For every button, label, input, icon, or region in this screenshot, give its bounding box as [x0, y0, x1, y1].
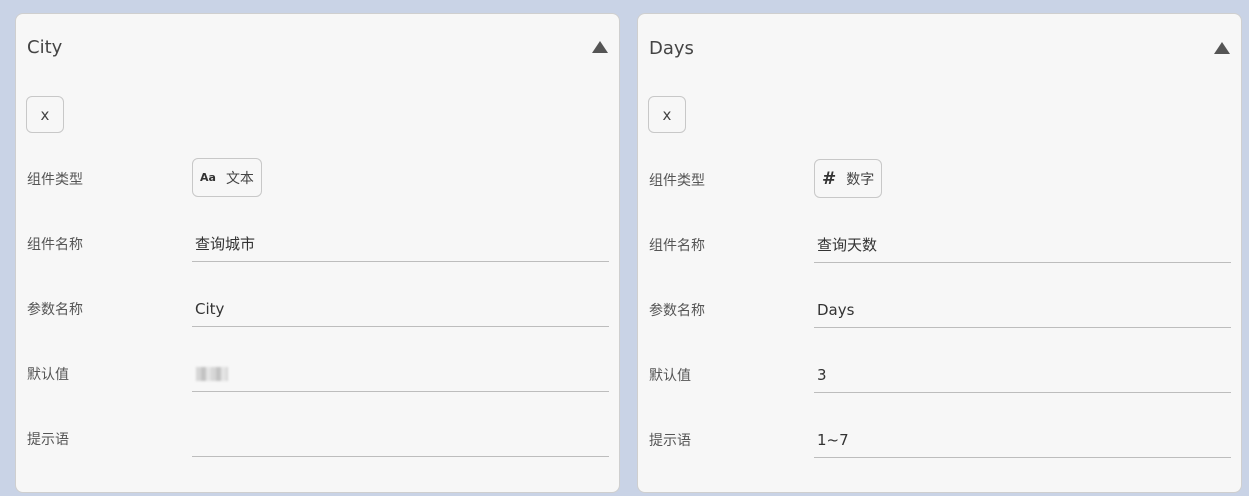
- default-value-field[interactable]: [192, 356, 609, 392]
- remove-button[interactable]: x: [648, 96, 686, 133]
- param-name-label: 参数名称: [27, 302, 83, 318]
- component-panel-days: Days x 组件类型 # 数字 组件名称 参数名称 默认值 提示语: [637, 13, 1242, 493]
- component-name-field[interactable]: [192, 226, 609, 262]
- hint-label: 提示语: [649, 433, 691, 449]
- component-name-input[interactable]: [192, 226, 609, 261]
- param-name-field[interactable]: [814, 292, 1231, 328]
- component-type-selector[interactable]: Aa 文本: [192, 158, 262, 197]
- default-value-input[interactable]: [814, 357, 1231, 392]
- component-type-label: 组件类型: [649, 173, 705, 189]
- param-name-input[interactable]: [814, 292, 1231, 327]
- number-type-icon: #: [822, 168, 837, 189]
- default-value-label: 默认值: [649, 368, 691, 384]
- component-type-value: 文本: [225, 170, 254, 187]
- hint-input[interactable]: [814, 422, 1231, 457]
- collapse-up-icon[interactable]: [1213, 41, 1231, 55]
- text-type-icon: Aa: [200, 171, 216, 184]
- panel-title: Days: [649, 38, 694, 59]
- component-type-label: 组件类型: [27, 172, 83, 188]
- component-name-field[interactable]: [814, 227, 1231, 263]
- collapse-up-icon[interactable]: [591, 40, 609, 54]
- component-name-label: 组件名称: [27, 237, 83, 253]
- hint-field[interactable]: [192, 421, 609, 457]
- hint-field[interactable]: [814, 422, 1231, 458]
- component-name-input[interactable]: [814, 227, 1231, 262]
- param-name-field[interactable]: [192, 291, 609, 327]
- default-value-input[interactable]: [192, 356, 609, 391]
- default-value-label: 默认值: [27, 367, 69, 383]
- redacted-value: [196, 367, 228, 381]
- component-type-value: 数字: [846, 171, 875, 188]
- default-value-field[interactable]: [814, 357, 1231, 393]
- hint-label: 提示语: [27, 432, 69, 448]
- component-panel-city: City x 组件类型 Aa 文本 组件名称 参数名称 默认值 提示语: [15, 13, 620, 493]
- param-name-input[interactable]: [192, 291, 609, 326]
- panel-title: City: [27, 37, 63, 58]
- hint-input[interactable]: [192, 421, 609, 456]
- component-type-selector[interactable]: # 数字: [814, 159, 883, 198]
- component-name-label: 组件名称: [649, 238, 705, 254]
- remove-button[interactable]: x: [26, 96, 64, 133]
- param-name-label: 参数名称: [649, 303, 705, 319]
